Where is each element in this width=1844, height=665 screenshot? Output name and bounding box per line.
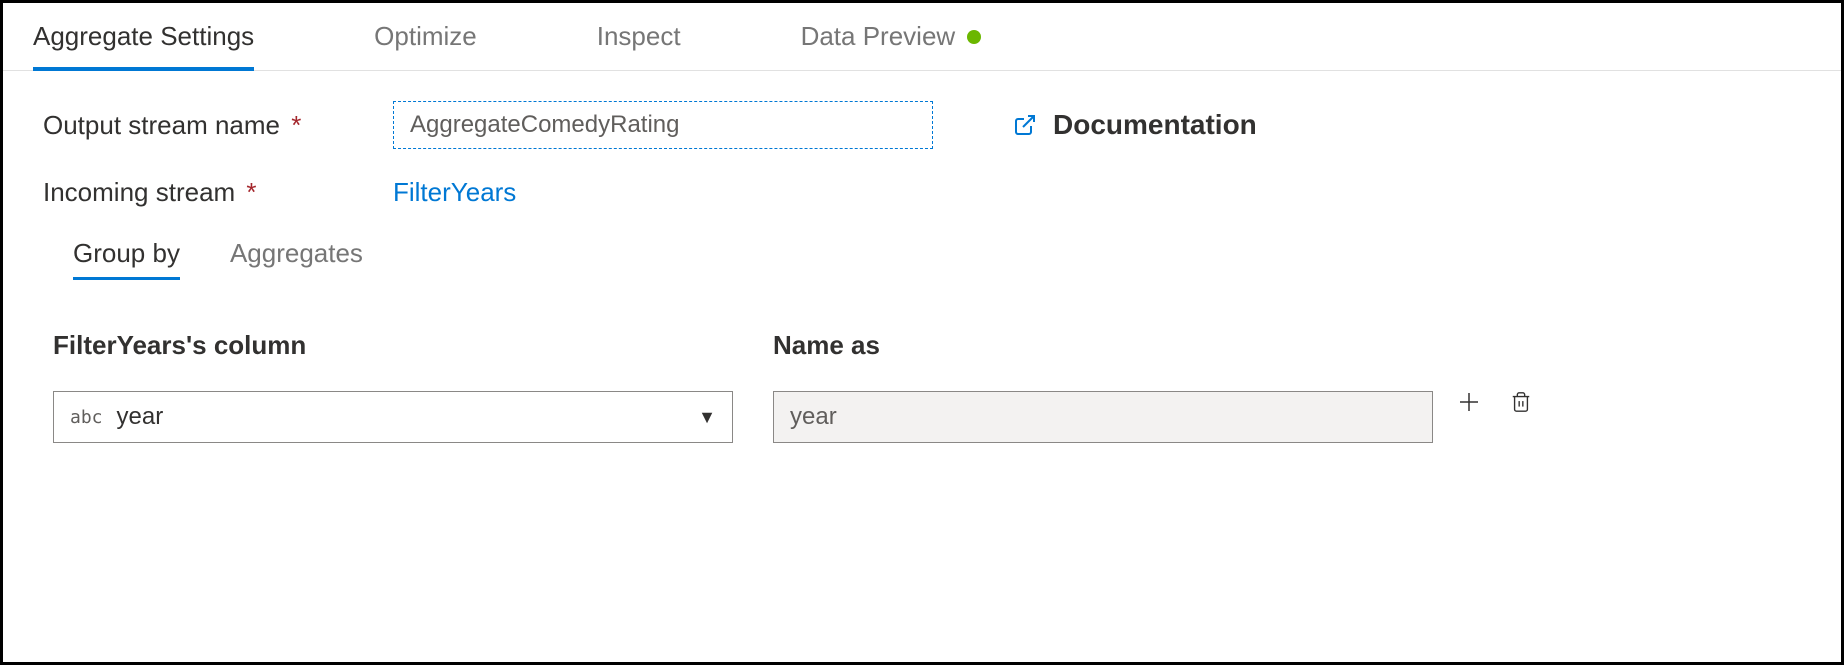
- name-as-input[interactable]: [773, 391, 1433, 443]
- chevron-down-icon: ▼: [698, 407, 716, 428]
- incoming-stream-label-text: Incoming stream: [43, 177, 235, 207]
- tab-aggregate-settings[interactable]: Aggregate Settings: [33, 3, 294, 70]
- external-link-icon: [1013, 113, 1037, 137]
- output-stream-input[interactable]: [393, 101, 933, 149]
- incoming-stream-label: Incoming stream *: [43, 177, 393, 208]
- name-as-column-group: Name as: [773, 330, 1433, 443]
- status-dot-icon: [967, 30, 981, 44]
- columns-section: FilterYears's column abc year ▼ Name as: [43, 330, 1433, 443]
- content-area: Output stream name * Documentation Incom…: [3, 71, 1841, 473]
- output-stream-row: Output stream name * Documentation: [43, 101, 1801, 149]
- source-column-value: year: [117, 403, 699, 431]
- type-badge: abc: [70, 407, 103, 428]
- row-actions: [1453, 330, 1537, 418]
- output-stream-label-text: Output stream name: [43, 110, 280, 140]
- documentation-label: Documentation: [1053, 109, 1257, 141]
- required-asterisk: *: [291, 110, 301, 140]
- plus-icon: [1457, 390, 1481, 414]
- source-column-dropdown[interactable]: abc year ▼: [53, 391, 733, 443]
- output-stream-label: Output stream name *: [43, 110, 393, 141]
- sub-tab-group-by[interactable]: Group by: [73, 238, 180, 280]
- tab-data-preview-label: Data Preview: [801, 21, 956, 52]
- delete-button[interactable]: [1505, 386, 1537, 418]
- settings-tabs: Aggregate Settings Optimize Inspect Data…: [3, 3, 1841, 71]
- tab-data-preview[interactable]: Data Preview: [801, 3, 1022, 70]
- tab-optimize[interactable]: Optimize: [374, 3, 517, 70]
- incoming-stream-row: Incoming stream * FilterYears: [43, 177, 1801, 208]
- add-button[interactable]: [1453, 386, 1485, 418]
- tab-inspect[interactable]: Inspect: [597, 3, 721, 70]
- sub-tab-aggregates[interactable]: Aggregates: [230, 238, 363, 280]
- trash-icon: [1510, 391, 1532, 413]
- documentation-link[interactable]: Documentation: [1013, 109, 1257, 141]
- sub-tabs: Group by Aggregates: [43, 238, 1801, 280]
- source-column-group: FilterYears's column abc year ▼: [53, 330, 733, 443]
- columns-row: FilterYears's column abc year ▼ Name as: [43, 330, 1801, 443]
- incoming-stream-value[interactable]: FilterYears: [393, 177, 516, 208]
- source-column-header: FilterYears's column: [53, 330, 733, 361]
- name-as-header: Name as: [773, 330, 1433, 361]
- required-asterisk: *: [246, 177, 256, 207]
